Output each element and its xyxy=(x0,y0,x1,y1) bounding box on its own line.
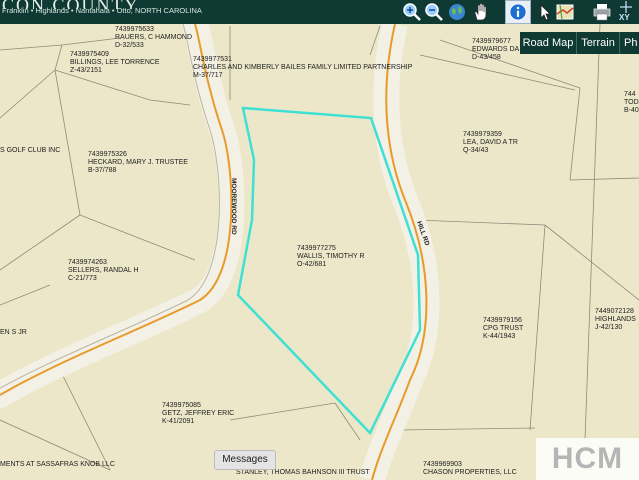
parcel-owner: MENTS AT SASSAFRAS KNOB LLC xyxy=(0,461,115,468)
parcel-owner: EN S JR xyxy=(0,329,27,336)
parcel-owner: TOD xyxy=(624,99,639,106)
crosshair-icon xyxy=(620,1,632,13)
parcel-owner: LEA, DAVID A TR xyxy=(463,139,518,146)
parcel-book: B-40 xyxy=(624,107,639,114)
hcm-logo: HCM xyxy=(536,438,639,480)
parcel-book: D-32/533 xyxy=(115,42,144,49)
parcel-book: K-44/1943 xyxy=(483,333,515,340)
parcel-pin: 7439975085 xyxy=(162,402,201,409)
parcel-pin: 7439977531 xyxy=(193,56,232,63)
parcel-pin: 7439977275 xyxy=(297,245,336,252)
parcel-owner: EDWARDS DA xyxy=(472,46,520,53)
parcel-book: J-42/130 xyxy=(595,324,622,331)
parcel-owner: HECKARD, MARY J. TRUSTEE xyxy=(88,159,188,166)
pointer-icon[interactable] xyxy=(535,2,555,22)
parcel-pin: 7439979156 xyxy=(483,317,522,324)
parcel-pin: 7439975326 xyxy=(88,151,127,158)
parcel-book: Z-43/2151 xyxy=(70,67,102,74)
parcel-owner: S GOLF CLUB INC xyxy=(0,147,60,154)
parcel-pin: 7439979677 xyxy=(472,38,511,45)
county-tagline: Franklin • Highlands • Nantahala • Otto,… xyxy=(2,6,202,15)
map-icon[interactable] xyxy=(555,2,575,22)
parcel-pin: 7439975633 xyxy=(115,26,154,33)
parcel-owner: RAUERS, C HAMMOND xyxy=(115,34,192,41)
map-type-terrain[interactable]: Terrain xyxy=(577,32,620,54)
parcel-owner: WALLIS, TIMOTHY R xyxy=(297,253,365,260)
parcel-owner: CPG TRUST xyxy=(483,325,524,332)
globe-icon[interactable] xyxy=(447,2,467,22)
parcel-owner: STANLEY, THOMAS BAHNSON III TRUST xyxy=(236,469,370,476)
parcel-book: D-43/458 xyxy=(472,54,501,61)
parcel-pin: 7439979359 xyxy=(463,131,502,138)
parcel-book: K-41/2091 xyxy=(162,418,194,425)
parcel-pin: 7439975409 xyxy=(70,51,109,58)
parcel-owner: HIGHLANDS xyxy=(595,316,636,323)
map-type-road[interactable]: Road Map xyxy=(520,32,577,54)
parcel-owner: CHARLES AND KIMBERLY BAILES FAMILY LIMIT… xyxy=(193,64,413,71)
parcel-book: C-21/773 xyxy=(68,275,97,282)
xy-label: XY xyxy=(619,13,630,22)
info-icon[interactable] xyxy=(509,3,527,21)
xy-tool[interactable]: XY xyxy=(616,1,636,23)
parcel-owner: GETZ, JEFFREY ERIC xyxy=(162,410,234,417)
pan-hand-icon[interactable] xyxy=(471,2,491,22)
parcel-owner: CHASON PROPERTIES, LLC xyxy=(423,469,517,476)
print-icon[interactable] xyxy=(592,2,612,22)
header-bar: CON COUNTY Franklin • Highlands • Nantah… xyxy=(0,0,639,24)
info-tool-frame[interactable] xyxy=(505,0,531,24)
parcel-map[interactable]: MOOREWOOD RD HILL RD 7439975633 RAUERS, … xyxy=(0,0,639,480)
parcel-book: Q-34/43 xyxy=(463,147,488,154)
zoom-out-icon[interactable] xyxy=(424,2,444,22)
parcel-pin: 7449072128 xyxy=(595,308,634,315)
parcel-pin: 744 xyxy=(624,91,636,98)
messages-button[interactable]: Messages xyxy=(214,450,276,470)
parcel-book: O-42/681 xyxy=(297,261,326,268)
parcel-pin: 7439974263 xyxy=(68,259,107,266)
parcel-book: B-37/788 xyxy=(88,167,117,174)
map-type-photo[interactable]: Ph xyxy=(620,32,639,54)
parcel-owner: SELLERS, RANDAL H xyxy=(68,267,139,274)
parcel-pin: 7439969903 xyxy=(423,461,462,468)
parcel-owner: BILLINGS, LEE TORRENCE xyxy=(70,59,160,66)
road-label-moorewood: MOOREWOOD RD xyxy=(230,178,237,235)
zoom-in-icon[interactable] xyxy=(402,2,422,22)
parcel-book: M-37/717 xyxy=(193,72,223,79)
